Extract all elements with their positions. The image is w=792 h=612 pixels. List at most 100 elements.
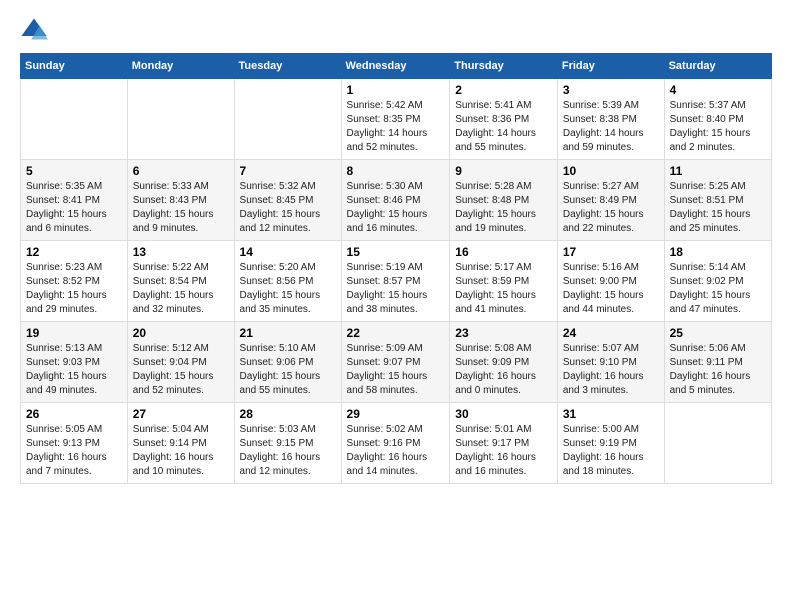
day-number: 10 (563, 164, 659, 178)
header-tuesday: Tuesday (234, 54, 341, 79)
day-info: Sunrise: 5:12 AM Sunset: 9:04 PM Dayligh… (133, 342, 229, 398)
day-number: 5 (26, 164, 122, 178)
calendar-cell: 9 Sunrise: 5:28 AM Sunset: 8:48 PM Daylig… (450, 160, 558, 241)
day-info: Sunrise: 5:19 AM Sunset: 8:57 PM Dayligh… (347, 261, 445, 317)
calendar-cell: 21 Sunrise: 5:10 AM Sunset: 9:06 PM Dayli… (234, 322, 341, 403)
day-info: Sunrise: 5:02 AM Sunset: 9:16 PM Dayligh… (347, 423, 445, 479)
calendar-cell: 17 Sunrise: 5:16 AM Sunset: 9:00 PM Dayli… (557, 241, 664, 322)
day-info: Sunrise: 5:42 AM Sunset: 8:35 PM Dayligh… (347, 99, 445, 155)
header-friday: Friday (557, 54, 664, 79)
header-thursday: Thursday (450, 54, 558, 79)
day-info: Sunrise: 5:06 AM Sunset: 9:11 PM Dayligh… (670, 342, 766, 398)
logo (20, 15, 52, 43)
calendar-cell: 22 Sunrise: 5:09 AM Sunset: 9:07 PM Dayli… (341, 322, 450, 403)
day-number: 17 (563, 245, 659, 259)
day-info: Sunrise: 5:22 AM Sunset: 8:54 PM Dayligh… (133, 261, 229, 317)
day-info: Sunrise: 5:23 AM Sunset: 8:52 PM Dayligh… (26, 261, 122, 317)
day-number: 1 (347, 83, 445, 97)
day-number: 31 (563, 407, 659, 421)
calendar-week-row: 26 Sunrise: 5:05 AM Sunset: 9:13 PM Dayli… (21, 403, 772, 484)
logo-icon (20, 15, 48, 43)
calendar-cell: 16 Sunrise: 5:17 AM Sunset: 8:59 PM Dayli… (450, 241, 558, 322)
day-info: Sunrise: 5:35 AM Sunset: 8:41 PM Dayligh… (26, 180, 122, 236)
day-info: Sunrise: 5:08 AM Sunset: 9:09 PM Dayligh… (455, 342, 552, 398)
calendar-cell: 11 Sunrise: 5:25 AM Sunset: 8:51 PM Dayli… (664, 160, 771, 241)
calendar-cell (664, 403, 771, 484)
day-info: Sunrise: 5:10 AM Sunset: 9:06 PM Dayligh… (240, 342, 336, 398)
page-header (20, 15, 772, 43)
calendar-cell: 23 Sunrise: 5:08 AM Sunset: 9:09 PM Dayli… (450, 322, 558, 403)
day-number: 20 (133, 326, 229, 340)
calendar-cell: 6 Sunrise: 5:33 AM Sunset: 8:43 PM Daylig… (127, 160, 234, 241)
day-number: 2 (455, 83, 552, 97)
day-info: Sunrise: 5:28 AM Sunset: 8:48 PM Dayligh… (455, 180, 552, 236)
calendar-cell: 19 Sunrise: 5:13 AM Sunset: 9:03 PM Dayli… (21, 322, 128, 403)
calendar-cell: 28Sunrise: 5:03 AM Sunset: 9:15 PM Dayli… (234, 403, 341, 484)
day-number: 16 (455, 245, 552, 259)
calendar-cell: 24Sunrise: 5:07 AM Sunset: 9:10 PM Dayli… (557, 322, 664, 403)
calendar-cell: 10 Sunrise: 5:27 AM Sunset: 8:49 PM Dayli… (557, 160, 664, 241)
calendar-cell: 4 Sunrise: 5:37 AM Sunset: 8:40 PM Daylig… (664, 79, 771, 160)
calendar-week-row: 19 Sunrise: 5:13 AM Sunset: 9:03 PM Dayli… (21, 322, 772, 403)
day-number: 29 (347, 407, 445, 421)
calendar-cell: 12 Sunrise: 5:23 AM Sunset: 8:52 PM Dayli… (21, 241, 128, 322)
calendar-week-row: 12 Sunrise: 5:23 AM Sunset: 8:52 PM Dayli… (21, 241, 772, 322)
day-info: Sunrise: 5:27 AM Sunset: 8:49 PM Dayligh… (563, 180, 659, 236)
day-info: Sunrise: 5:25 AM Sunset: 8:51 PM Dayligh… (670, 180, 766, 236)
day-number: 25 (670, 326, 766, 340)
header-wednesday: Wednesday (341, 54, 450, 79)
day-number: 4 (670, 83, 766, 97)
calendar-cell: 15 Sunrise: 5:19 AM Sunset: 8:57 PM Dayli… (341, 241, 450, 322)
calendar-cell: 3Sunrise: 5:39 AM Sunset: 8:38 PM Daylig… (557, 79, 664, 160)
day-number: 6 (133, 164, 229, 178)
calendar-cell: 31 Sunrise: 5:00 AM Sunset: 9:19 PM Dayli… (557, 403, 664, 484)
day-number: 15 (347, 245, 445, 259)
day-number: 12 (26, 245, 122, 259)
calendar-cell: 18Sunrise: 5:14 AM Sunset: 9:02 PM Dayli… (664, 241, 771, 322)
calendar-cell (234, 79, 341, 160)
day-number: 19 (26, 326, 122, 340)
calendar-cell: 8 Sunrise: 5:30 AM Sunset: 8:46 PM Daylig… (341, 160, 450, 241)
day-number: 8 (347, 164, 445, 178)
day-number: 26 (26, 407, 122, 421)
day-info: Sunrise: 5:00 AM Sunset: 9:19 PM Dayligh… (563, 423, 659, 479)
day-info: Sunrise: 5:04 AM Sunset: 9:14 PM Dayligh… (133, 423, 229, 479)
day-number: 9 (455, 164, 552, 178)
calendar-header-row: SundayMondayTuesdayWednesdayThursdayFrid… (21, 54, 772, 79)
day-info: Sunrise: 5:01 AM Sunset: 9:17 PM Dayligh… (455, 423, 552, 479)
day-info: Sunrise: 5:17 AM Sunset: 8:59 PM Dayligh… (455, 261, 552, 317)
day-number: 3 (563, 83, 659, 97)
day-info: Sunrise: 5:16 AM Sunset: 9:00 PM Dayligh… (563, 261, 659, 317)
day-info: Sunrise: 5:20 AM Sunset: 8:56 PM Dayligh… (240, 261, 336, 317)
calendar-cell: 27 Sunrise: 5:04 AM Sunset: 9:14 PM Dayli… (127, 403, 234, 484)
day-number: 23 (455, 326, 552, 340)
day-info: Sunrise: 5:33 AM Sunset: 8:43 PM Dayligh… (133, 180, 229, 236)
day-info: Sunrise: 5:07 AM Sunset: 9:10 PM Dayligh… (563, 342, 659, 398)
calendar-cell: 14 Sunrise: 5:20 AM Sunset: 8:56 PM Dayli… (234, 241, 341, 322)
header-saturday: Saturday (664, 54, 771, 79)
calendar-cell: 26 Sunrise: 5:05 AM Sunset: 9:13 PM Dayli… (21, 403, 128, 484)
day-number: 14 (240, 245, 336, 259)
calendar-cell: 7Sunrise: 5:32 AM Sunset: 8:45 PM Daylig… (234, 160, 341, 241)
day-info: Sunrise: 5:41 AM Sunset: 8:36 PM Dayligh… (455, 99, 552, 155)
day-number: 27 (133, 407, 229, 421)
calendar-cell: 13 Sunrise: 5:22 AM Sunset: 8:54 PM Dayli… (127, 241, 234, 322)
day-number: 13 (133, 245, 229, 259)
calendar-cell: 2 Sunrise: 5:41 AM Sunset: 8:36 PM Daylig… (450, 79, 558, 160)
day-info: Sunrise: 5:30 AM Sunset: 8:46 PM Dayligh… (347, 180, 445, 236)
day-number: 21 (240, 326, 336, 340)
calendar-cell: 25 Sunrise: 5:06 AM Sunset: 9:11 PM Dayli… (664, 322, 771, 403)
calendar-week-row: 1 Sunrise: 5:42 AM Sunset: 8:35 PM Daylig… (21, 79, 772, 160)
calendar-cell: 29 Sunrise: 5:02 AM Sunset: 9:16 PM Dayli… (341, 403, 450, 484)
day-info: Sunrise: 5:03 AM Sunset: 9:15 PM Dayligh… (240, 423, 336, 479)
calendar-cell: 20 Sunrise: 5:12 AM Sunset: 9:04 PM Dayli… (127, 322, 234, 403)
calendar-week-row: 5 Sunrise: 5:35 AM Sunset: 8:41 PM Daylig… (21, 160, 772, 241)
day-info: Sunrise: 5:13 AM Sunset: 9:03 PM Dayligh… (26, 342, 122, 398)
day-number: 22 (347, 326, 445, 340)
day-info: Sunrise: 5:14 AM Sunset: 9:02 PM Dayligh… (670, 261, 766, 317)
day-info: Sunrise: 5:05 AM Sunset: 9:13 PM Dayligh… (26, 423, 122, 479)
day-number: 11 (670, 164, 766, 178)
day-number: 30 (455, 407, 552, 421)
day-info: Sunrise: 5:09 AM Sunset: 9:07 PM Dayligh… (347, 342, 445, 398)
day-info: Sunrise: 5:37 AM Sunset: 8:40 PM Dayligh… (670, 99, 766, 155)
